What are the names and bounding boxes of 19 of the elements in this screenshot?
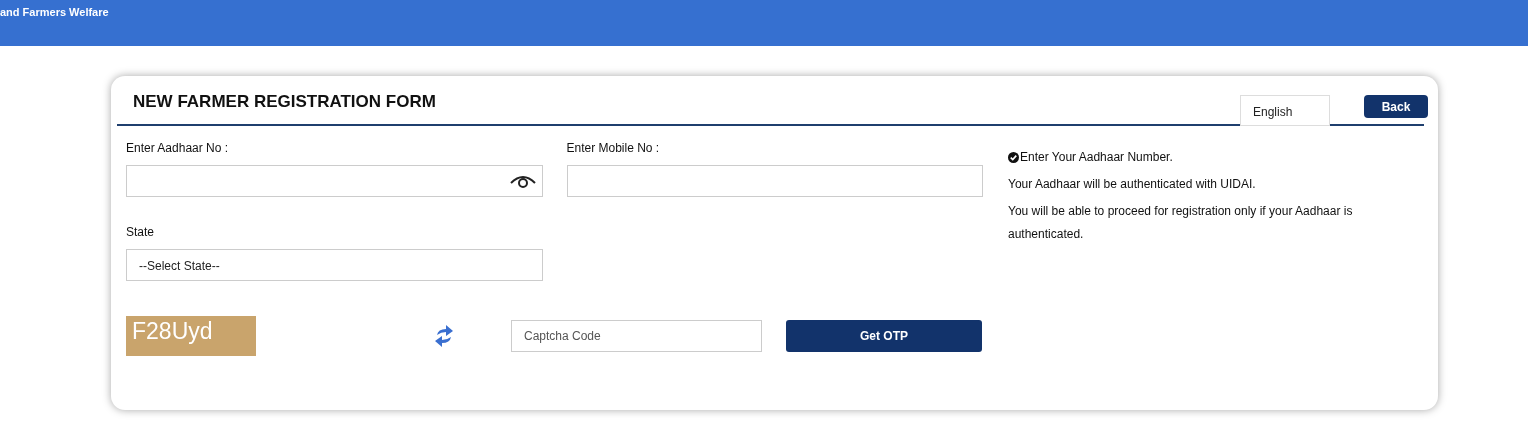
captcha-field[interactable]: Captcha Code xyxy=(511,320,762,352)
field-label: State xyxy=(126,225,156,241)
back-button[interactable]: Back xyxy=(1364,95,1428,118)
get-otp-button[interactable]: Get OTP xyxy=(786,320,982,352)
captcha-image: F28Uyd xyxy=(126,316,256,356)
state-select[interactable]: --Select State-- xyxy=(126,249,543,281)
mobile-field[interactable] xyxy=(566,165,983,197)
field-label: Enter Aadhaar No : xyxy=(126,141,230,157)
header-subtitle: and Farmers Welfare xyxy=(0,6,109,18)
eye-icon[interactable] xyxy=(509,174,536,188)
form-title: NEW FARMER REGISTRATION FORM xyxy=(133,92,436,112)
field-label: Enter Mobile No : xyxy=(566,141,661,157)
language-select[interactable]: English xyxy=(1240,95,1330,126)
check-circle-icon xyxy=(1008,152,1019,163)
info-text: You will be able to proceed for registration only if your Aadhaar is authenticated. xyxy=(1008,203,1354,243)
info-text: Enter Your Aadhaar Number. xyxy=(1020,149,1173,166)
aadhaar-field[interactable] xyxy=(126,165,543,197)
refresh-icon[interactable] xyxy=(434,324,454,348)
info-text: Your Aadhaar will be authenticated with UIDAI. xyxy=(1008,176,1256,193)
